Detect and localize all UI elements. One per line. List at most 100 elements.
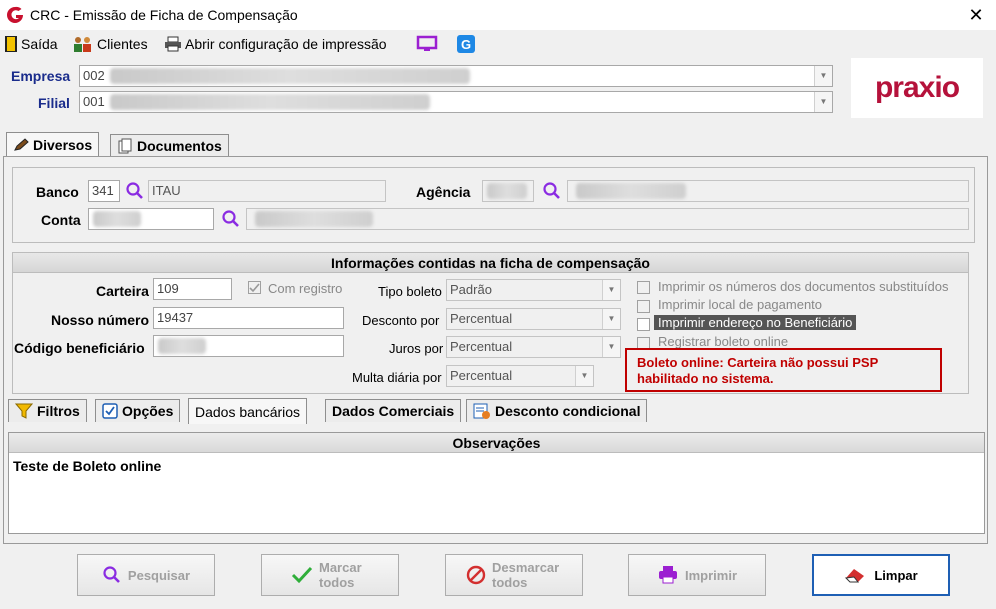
- cancel-icon: [466, 565, 486, 585]
- desconto-label: Desconto por: [362, 313, 440, 328]
- conta-label: Conta: [41, 212, 81, 228]
- search-icon: [103, 566, 120, 583]
- discount-icon: [473, 403, 490, 419]
- nosso-numero-input[interactable]: 19437: [153, 307, 344, 329]
- clientes-button[interactable]: Clientes: [72, 33, 148, 55]
- carteira-label: Carteira: [96, 283, 149, 299]
- tab-dados-comerciais[interactable]: Dados Comerciais: [325, 399, 462, 422]
- tab-opcoes[interactable]: Opções: [95, 399, 181, 422]
- multa-label: Multa diária por: [352, 370, 442, 385]
- banco-name-field: ITAU: [148, 180, 386, 202]
- tipo-boleto-value: Padrão: [450, 282, 492, 297]
- close-icon[interactable]: ✕: [960, 2, 992, 28]
- redacted-text: [158, 338, 206, 354]
- conta-name-field: [246, 208, 969, 230]
- chevron-down-icon: ▼: [602, 280, 620, 300]
- redacted-text: [110, 94, 430, 110]
- print-config-button[interactable]: Abrir configuração de impressão: [164, 33, 387, 55]
- imprimir-local-label: Imprimir local de pagamento: [658, 297, 823, 312]
- saida-button[interactable]: Saída: [4, 33, 58, 55]
- desmarcar-todos-button[interactable]: Desmarcar todos: [445, 554, 583, 596]
- juros-select[interactable]: Percentual ▼: [446, 336, 621, 358]
- filter-icon: [15, 403, 33, 419]
- praxio-logo: praxio: [851, 58, 983, 118]
- empresa-select[interactable]: 002 ▼: [79, 65, 833, 87]
- carteira-input[interactable]: 109: [153, 278, 232, 300]
- chevron-down-icon: ▼: [575, 366, 593, 386]
- monitor-icon: [416, 35, 438, 51]
- tab-opcoes-label: Opções: [122, 403, 174, 419]
- redacted-text: [487, 183, 527, 199]
- marcar-todos-button[interactable]: Marcar todos: [261, 554, 399, 596]
- warning-message: Boleto online: Carteira não possui PSP h…: [625, 348, 942, 392]
- empresa-label: Empresa: [11, 68, 71, 84]
- agencia-code-field[interactable]: [482, 180, 534, 202]
- pencil-icon: [14, 137, 29, 151]
- com-registro-checkbox[interactable]: [248, 281, 261, 294]
- search-icon[interactable]: [125, 181, 145, 201]
- tab-dados-bancarios-label: Dados bancários: [195, 403, 301, 420]
- registrar-online-label: Registrar boleto online: [658, 334, 789, 349]
- filial-value: 001: [83, 94, 105, 109]
- imprimir-endereco-label: Imprimir endereço no Beneficiário: [654, 315, 857, 330]
- multa-select[interactable]: Percentual ▼: [446, 365, 594, 387]
- printer-icon: [658, 566, 677, 584]
- search-icon[interactable]: [542, 181, 562, 201]
- filial-label: Filial: [38, 95, 70, 111]
- imprimir-label: Imprimir: [684, 567, 737, 583]
- app-logo-icon: [7, 6, 23, 23]
- juros-label: Juros por: [389, 341, 444, 356]
- banco-code-input[interactable]: 341: [88, 180, 120, 202]
- redacted-text: [255, 211, 373, 227]
- juros-value: Percentual: [450, 339, 513, 354]
- exit-door-icon: [5, 36, 17, 52]
- empresa-value: 002: [83, 68, 105, 83]
- limpar-label: Limpar: [874, 567, 918, 583]
- users-icon: [74, 37, 91, 52]
- tipo-boleto-select[interactable]: Padrão ▼: [446, 279, 621, 301]
- check-icon: [291, 566, 313, 584]
- toolbar: Saída Clientes Abrir configuração de imp…: [0, 30, 996, 58]
- chevron-down-icon: ▼: [814, 66, 832, 86]
- desconto-value: Percentual: [450, 311, 513, 326]
- agencia-name-field: [567, 180, 969, 202]
- imprimir-endereco-checkbox[interactable]: [637, 318, 650, 331]
- marcar-todos-label: Marcar todos: [319, 560, 362, 590]
- search-icon[interactable]: [221, 209, 241, 229]
- app-shortcut-button[interactable]: G: [456, 33, 476, 55]
- agencia-label: Agência: [416, 184, 471, 200]
- conta-input[interactable]: [88, 208, 214, 230]
- imprimir-numeros-checkbox[interactable]: [637, 281, 650, 294]
- imprimir-local-checkbox[interactable]: [637, 300, 650, 313]
- tab-filtros[interactable]: Filtros: [8, 399, 87, 422]
- checkmark-icon: [249, 283, 260, 293]
- monitor-button[interactable]: [416, 33, 438, 55]
- redacted-text: [576, 183, 686, 199]
- com-registro-label: Com registro: [268, 281, 343, 296]
- chevron-down-icon: ▼: [602, 337, 620, 357]
- tab-dados-bancarios[interactable]: Dados bancários: [188, 398, 308, 424]
- tab-desconto-condicional[interactable]: Desconto condicional: [466, 399, 648, 422]
- document-icon: [118, 138, 132, 153]
- tab-documentos[interactable]: Documentos: [110, 134, 229, 156]
- pesquisar-button[interactable]: Pesquisar: [77, 554, 215, 596]
- filial-select[interactable]: 001 ▼: [79, 91, 833, 113]
- limpar-button[interactable]: Limpar: [812, 554, 950, 596]
- observacoes-text[interactable]: Teste de Boleto online: [13, 458, 161, 474]
- tab-filtros-label: Filtros: [37, 403, 80, 419]
- redacted-text: [93, 211, 141, 227]
- tab-diversos[interactable]: Diversos: [6, 132, 100, 156]
- svg-text:G: G: [461, 37, 471, 52]
- codigo-beneficiario-input[interactable]: [153, 335, 344, 357]
- section-title: Informações contidas na ficha de compens…: [13, 253, 968, 273]
- observacoes-title: Observações: [9, 433, 984, 453]
- desmarcar-todos-label: Desmarcar todos: [492, 560, 560, 590]
- imprimir-button[interactable]: Imprimir: [628, 554, 766, 596]
- desconto-select[interactable]: Percentual ▼: [446, 308, 621, 330]
- tab-documentos-label: Documentos: [137, 137, 222, 154]
- redacted-text: [110, 68, 470, 84]
- tipo-boleto-label: Tipo boleto: [378, 284, 442, 299]
- printer-icon: [165, 36, 181, 52]
- banco-label: Banco: [36, 184, 79, 200]
- chevron-down-icon: ▼: [814, 92, 832, 112]
